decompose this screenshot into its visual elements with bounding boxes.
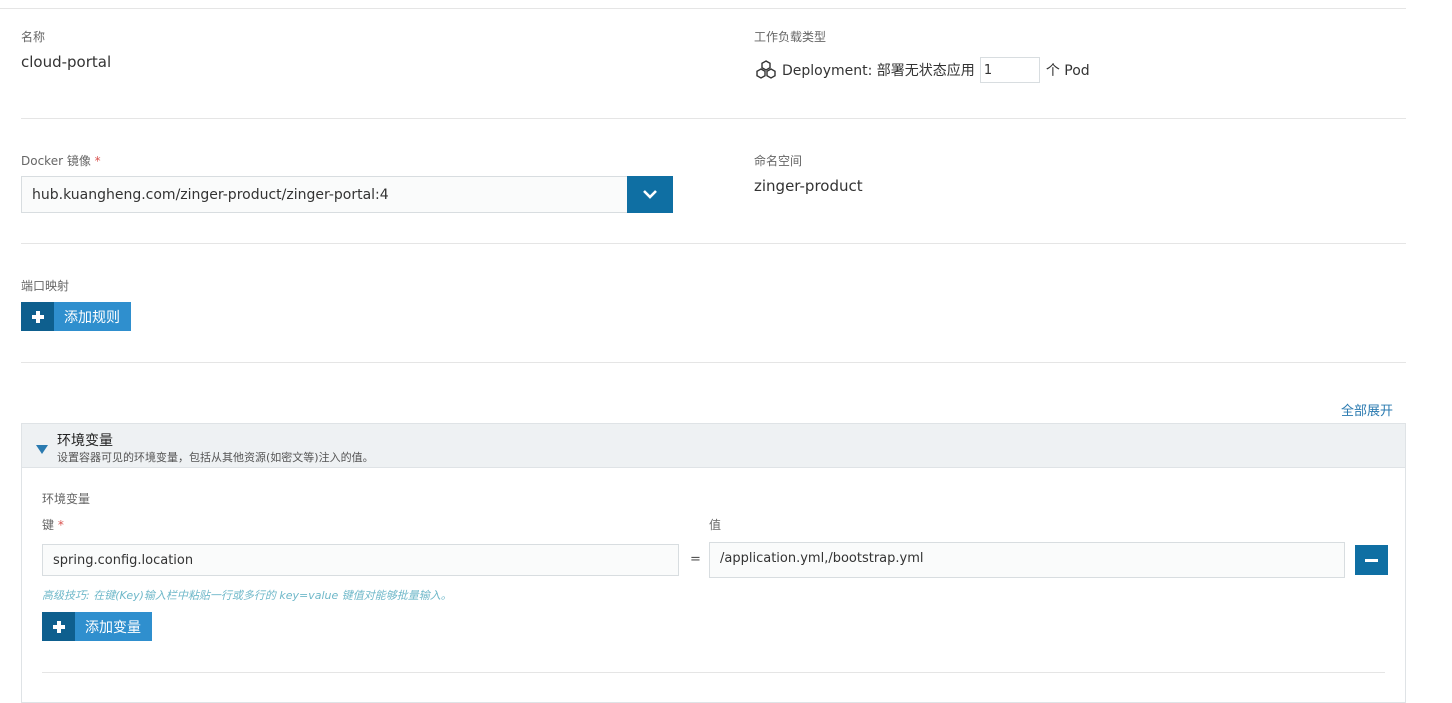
- minus-icon: [1365, 558, 1378, 562]
- plus-icon: [21, 302, 54, 331]
- namespace-label: 命名空间: [754, 154, 803, 168]
- env-key-input[interactable]: spring.config.location: [42, 544, 679, 576]
- key-label: 键 *: [42, 518, 64, 532]
- docker-image-label: Docker 镜像 *: [21, 154, 101, 168]
- env-value-input[interactable]: /application.yml,/bootstrap.yml: [709, 542, 1345, 578]
- remove-variable-button[interactable]: [1355, 545, 1388, 575]
- namespace-value: zinger-product: [754, 177, 863, 195]
- env-panel-description: 设置容器可见的环境变量，包括从其他资源(如密文等)注入的值。: [57, 451, 374, 464]
- value-label: 值: [709, 518, 722, 532]
- divider: [21, 243, 1406, 244]
- docker-image-dropdown-button[interactable]: [627, 176, 673, 213]
- add-rule-button[interactable]: 添加规则: [21, 302, 131, 331]
- add-variable-button[interactable]: 添加变量: [42, 612, 152, 641]
- workload-label: 工作负载类型: [754, 30, 827, 44]
- name-label: 名称: [21, 30, 46, 44]
- divider: [0, 8, 1406, 9]
- name-value: cloud-portal: [21, 53, 112, 71]
- env-section-label: 环境变量: [42, 492, 91, 506]
- docker-image-input[interactable]: hub.kuangheng.com/zinger-product/zinger-…: [21, 176, 628, 213]
- replicas-input[interactable]: 1: [979, 57, 1040, 83]
- deployment-icon: [755, 59, 777, 81]
- divider: [21, 362, 1406, 363]
- divider: [42, 672, 1385, 673]
- workload-type-text: Deployment: 部署无状态应用: [782, 63, 975, 79]
- chevron-down-icon: [642, 185, 658, 204]
- plus-icon: [42, 612, 75, 641]
- env-panel-title: 环境变量: [57, 433, 113, 449]
- equals-sign: =: [690, 552, 701, 567]
- replicas-unit: 个 Pod: [1045, 63, 1090, 79]
- workload-row: Deployment: 部署无状态应用 1 个 Pod: [755, 57, 1090, 83]
- expand-all-link[interactable]: 全部展开: [1341, 400, 1393, 419]
- divider: [21, 118, 1406, 119]
- caret-down-icon[interactable]: [36, 440, 48, 459]
- port-mapping-label: 端口映射: [21, 279, 70, 293]
- batch-input-tip: 高级技巧: 在键(Key)输入栏中粘贴一行或多行的 key=value 键值对能…: [42, 589, 452, 602]
